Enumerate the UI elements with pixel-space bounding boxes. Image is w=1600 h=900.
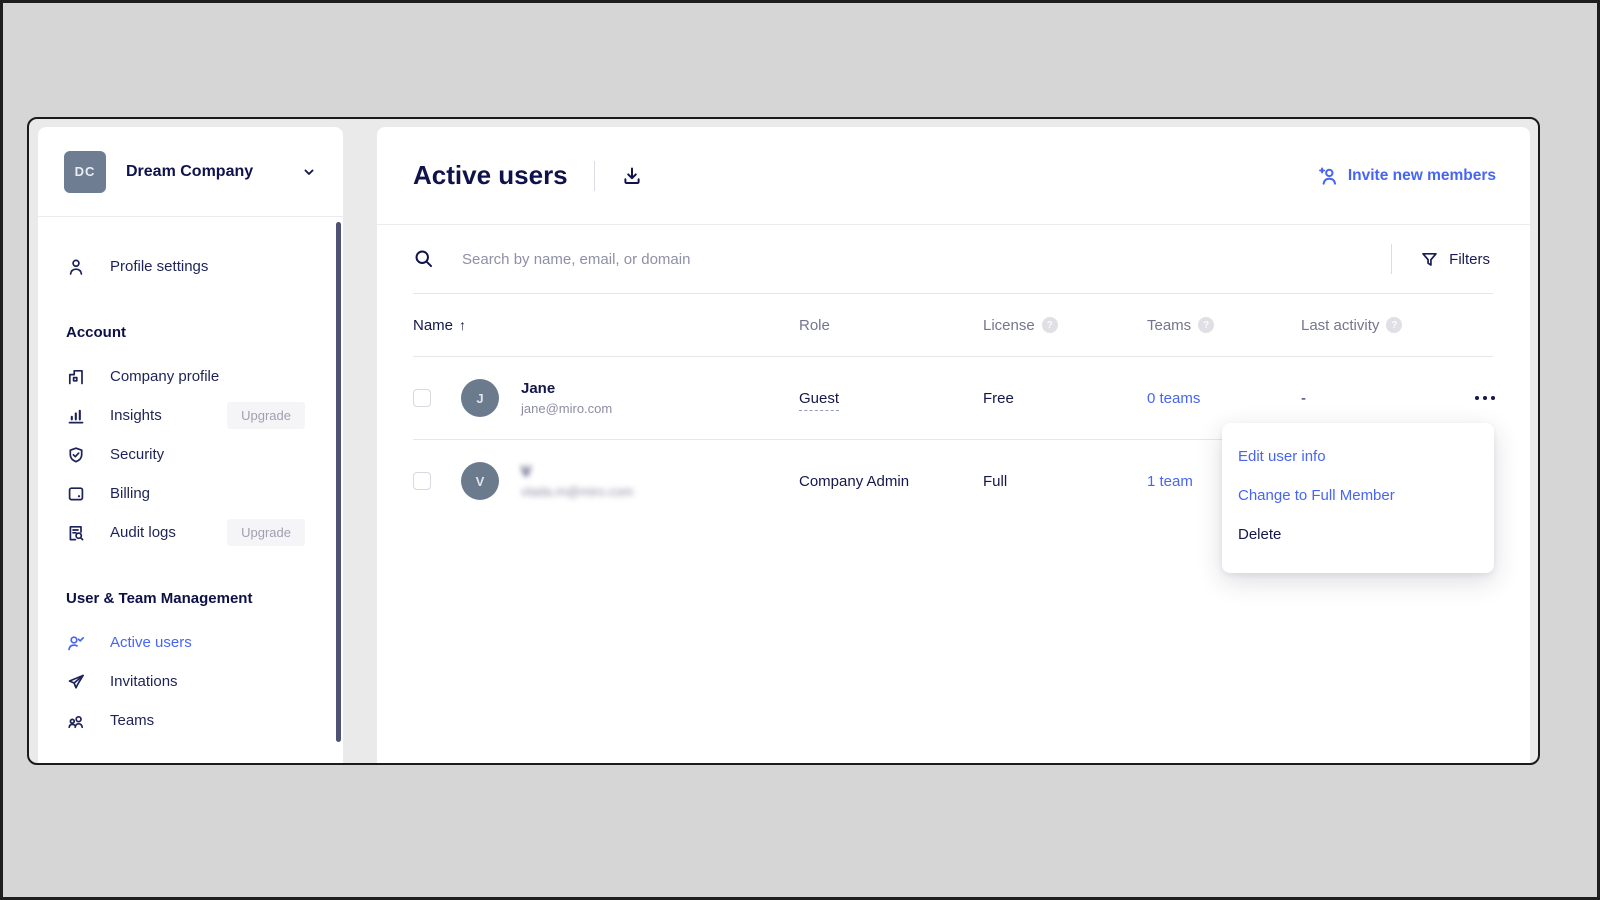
- upgrade-badge[interactable]: Upgrade: [227, 519, 305, 546]
- header-divider: [594, 161, 595, 191]
- sort-asc-icon: ↑: [459, 317, 466, 333]
- sidebar-item-label: Billing: [110, 485, 150, 502]
- sidebar-scrollbar[interactable]: [336, 222, 341, 742]
- column-last-activity: Last activity ?: [1301, 317, 1466, 334]
- menu-item-delete[interactable]: Delete: [1222, 515, 1494, 554]
- row-overflow-menu-icon[interactable]: [1475, 396, 1530, 400]
- sidebar-item-profile-settings[interactable]: Profile settings: [38, 247, 343, 286]
- billing-card-icon: [66, 484, 86, 504]
- column-teams: Teams ?: [1147, 317, 1301, 334]
- column-license: License ?: [983, 317, 1147, 334]
- teams-link[interactable]: 0 teams: [1147, 390, 1200, 407]
- app-frame: DC Dream Company Profile settings Accoun…: [27, 117, 1540, 765]
- sidebar-item-label: Invitations: [110, 673, 178, 690]
- company-avatar: DC: [64, 151, 106, 193]
- sidebar-item-label: Teams: [110, 712, 154, 729]
- funnel-icon: [1420, 250, 1439, 269]
- building-icon: [66, 367, 86, 387]
- search-bar: Filters: [377, 225, 1530, 293]
- role-value: Company Admin: [799, 473, 983, 490]
- bar-chart-icon: [66, 406, 86, 426]
- help-icon[interactable]: ?: [1386, 317, 1402, 333]
- sidebar-item-insights[interactable]: Insights Upgrade: [38, 396, 343, 435]
- sidebar-item-label: Company profile: [110, 368, 219, 385]
- people-group-icon: [66, 711, 86, 731]
- avatar: J: [461, 379, 499, 417]
- main-panel: Active users Invite new members: [377, 127, 1530, 763]
- last-activity-value: -: [1301, 390, 1466, 407]
- person-icon: [66, 257, 86, 277]
- chevron-down-icon[interactable]: [301, 164, 317, 180]
- row-checkbox[interactable]: [413, 472, 431, 490]
- license-value: Free: [983, 390, 1147, 407]
- sidebar-item-label: Audit logs: [110, 524, 176, 541]
- paper-plane-icon: [66, 672, 86, 692]
- user-check-icon: [66, 633, 86, 653]
- menu-item-change-to-full-member[interactable]: Change to Full Member: [1222, 476, 1494, 515]
- shield-check-icon: [66, 445, 86, 465]
- filters-label: Filters: [1449, 251, 1490, 268]
- search-input[interactable]: [462, 251, 1391, 268]
- search-icon: [413, 248, 435, 270]
- user-name: Jane: [521, 380, 612, 397]
- help-icon[interactable]: ?: [1042, 317, 1058, 333]
- sidebar-item-label: Active users: [110, 634, 192, 651]
- download-icon[interactable]: [621, 165, 643, 187]
- column-name[interactable]: Name ↑: [413, 317, 799, 334]
- company-name: Dream Company: [126, 163, 253, 181]
- company-switcher[interactable]: DC Dream Company: [38, 127, 343, 217]
- sidebar-item-label: Insights: [110, 407, 162, 424]
- row-checkbox[interactable]: [413, 389, 431, 407]
- sidebar-item-label: Profile settings: [110, 258, 208, 275]
- filters-divider: [1391, 244, 1392, 274]
- license-value: Full: [983, 473, 1147, 490]
- table-header: Name ↑ Role License ? Teams ? Last activ…: [377, 294, 1530, 356]
- sidebar-item-company-profile[interactable]: Company profile: [38, 357, 343, 396]
- sidebar-item-billing[interactable]: Billing: [38, 474, 343, 513]
- upgrade-badge[interactable]: Upgrade: [227, 402, 305, 429]
- column-role: Role: [799, 317, 983, 334]
- audit-doc-search-icon: [66, 523, 86, 543]
- row-context-menu: Edit user info Change to Full Member Del…: [1222, 423, 1494, 573]
- page-title: Active users: [413, 160, 568, 191]
- person-plus-icon: [1317, 165, 1339, 187]
- sidebar-item-active-users[interactable]: Active users: [38, 623, 343, 662]
- help-icon[interactable]: ?: [1198, 317, 1214, 333]
- sidebar-item-invitations[interactable]: Invitations: [38, 662, 343, 701]
- user-email: jane@miro.com: [521, 401, 612, 416]
- main-header: Active users Invite new members: [377, 127, 1530, 225]
- role-value[interactable]: Guest: [799, 390, 839, 411]
- sidebar-section-user-team-management: User & Team Management: [66, 590, 315, 607]
- user-name: V: [521, 463, 633, 480]
- filters-button[interactable]: Filters: [1420, 250, 1490, 269]
- sidebar: DC Dream Company Profile settings Accoun…: [38, 127, 343, 763]
- avatar: V: [461, 462, 499, 500]
- sidebar-nav: Profile settings Account Company profile: [38, 217, 343, 740]
- sidebar-section-account: Account: [66, 324, 315, 341]
- invite-new-members-button[interactable]: Invite new members: [1317, 165, 1496, 187]
- invite-button-label: Invite new members: [1348, 167, 1496, 185]
- sidebar-item-audit-logs[interactable]: Audit logs Upgrade: [38, 513, 343, 552]
- sidebar-item-teams[interactable]: Teams: [38, 701, 343, 740]
- sidebar-item-security[interactable]: Security: [38, 435, 343, 474]
- menu-item-edit-user-info[interactable]: Edit user info: [1222, 437, 1494, 476]
- sidebar-item-label: Security: [110, 446, 164, 463]
- user-email: vlada.m@miro.com: [521, 484, 633, 499]
- teams-link[interactable]: 1 team: [1147, 473, 1193, 490]
